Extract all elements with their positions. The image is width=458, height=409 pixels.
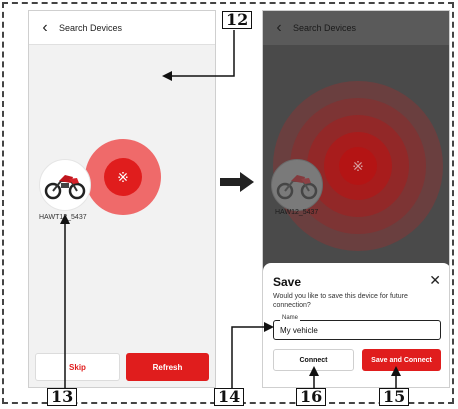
callout-14: 14 xyxy=(214,388,245,406)
callout-16: 16 xyxy=(296,388,327,406)
callout-12: 12 xyxy=(222,11,253,29)
callout-13: 13 xyxy=(47,388,78,406)
callout-15: 15 xyxy=(379,388,410,406)
annotation-lines xyxy=(60,30,401,392)
